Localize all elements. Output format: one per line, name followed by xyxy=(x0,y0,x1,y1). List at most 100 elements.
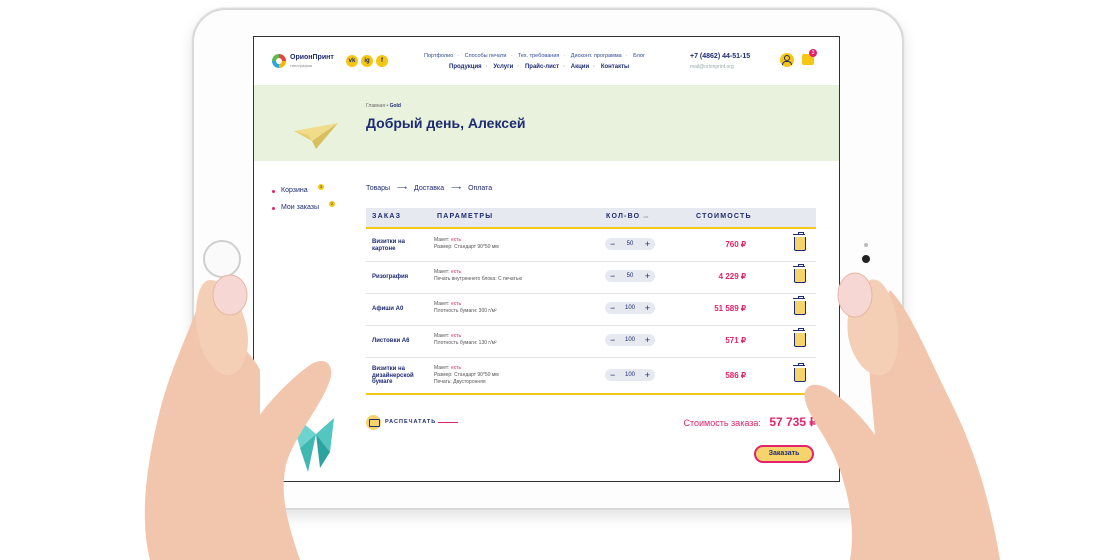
param-label: Макет: xyxy=(434,333,450,339)
param-value: есть xyxy=(450,333,462,339)
param-line: Печать: Двусторонняя xyxy=(434,379,486,385)
print-label: РАСПЕЧАТАТЬ xyxy=(385,419,437,425)
quantity-value[interactable]: 100 xyxy=(620,369,640,381)
table-row: Визитки на дизайнерской бумаге Макет: ес… xyxy=(366,357,816,393)
product-name[interactable]: Визитки на картоне xyxy=(372,239,424,252)
product-params: Макет: есть Печать внутреннего блока: С … xyxy=(434,269,522,283)
instagram-icon[interactable]: ig xyxy=(361,55,373,67)
nav-link-promotions[interactable]: Акции xyxy=(571,64,589,70)
quantity-value[interactable]: 50 xyxy=(620,238,640,250)
left-hand-image xyxy=(144,274,332,560)
page-title: Добрый день, Алексей xyxy=(366,115,526,131)
quantity-value[interactable]: 100 xyxy=(620,302,640,314)
quantity-stepper: − 50 + xyxy=(605,270,655,282)
product-params: Макет: есть Размер: Стандарт 90*50 мм xyxy=(434,237,499,251)
table-row: Ризография Макет: есть Печать внутреннег… xyxy=(366,261,816,294)
breadcrumb: Главная • Gold xyxy=(366,103,401,109)
table-row: Афиши А0 Макет: есть Плотность бумаги: 3… xyxy=(366,293,816,326)
nav-link-portfolio[interactable]: Портфолио xyxy=(424,53,453,59)
nav-link-contacts[interactable]: Контакты xyxy=(601,64,629,70)
column-header-qty: КОЛ-ВО шт xyxy=(606,213,649,220)
top-nav: Портфолио · Способы печати · Тех. требован… xyxy=(424,53,645,59)
right-hand-image xyxy=(804,272,1000,560)
product-name[interactable]: Ризография xyxy=(372,274,424,281)
param-line: Плотность бумаги: 300 г/м² xyxy=(434,308,497,314)
product-params: Макет: есть Плотность бумаги: 300 г/м² xyxy=(434,301,497,315)
sidebar-item-label: Корзина xyxy=(281,187,308,194)
param-label: Макет: xyxy=(434,301,450,307)
nav-link-discount[interactable]: Дисконт. программа xyxy=(571,53,622,59)
product-name[interactable]: Листовки А6 xyxy=(372,338,424,345)
quantity-value[interactable]: 50 xyxy=(620,270,640,282)
hero-banner: Главная • Gold Добрый день, Алексей xyxy=(254,85,839,161)
user-icon[interactable] xyxy=(780,53,794,67)
quantity-value[interactable]: 100 xyxy=(620,334,640,346)
param-line: Размер: Стандарт 90*50 мм xyxy=(434,244,499,250)
table-bottom-border xyxy=(366,393,816,395)
nav-link-price-list[interactable]: Прайс-лист xyxy=(525,64,559,70)
column-header-cost: СТОИМОСТЬ xyxy=(696,213,752,220)
email-address[interactable]: mail@orionprint.org xyxy=(690,64,734,70)
plus-button[interactable]: + xyxy=(645,238,650,250)
plus-button[interactable]: + xyxy=(645,302,650,314)
product-params: Макет: есть Размер: Стандарт 90*50 мм Пе… xyxy=(434,365,499,386)
quantity-stepper: − 50 + xyxy=(605,238,655,250)
qty-header-label: КОЛ-ВО xyxy=(606,213,641,220)
total-label: Стоимость заказа: xyxy=(683,418,761,428)
nav-link-services[interactable]: Услуги xyxy=(493,64,513,70)
cart-badge: 3 xyxy=(318,184,324,190)
param-value: есть xyxy=(450,269,462,275)
plus-button[interactable]: + xyxy=(645,270,650,282)
row-price: 571 ₽ xyxy=(725,336,746,345)
phone-number[interactable]: +7 (4862) 44-51-15 xyxy=(690,53,750,60)
breadcrumb-current: Gold xyxy=(389,103,401,109)
row-price: 4 229 ₽ xyxy=(718,272,746,281)
step-delivery[interactable]: Доставка xyxy=(414,185,444,192)
step-products[interactable]: Товары xyxy=(366,185,390,192)
nav-link-print-methods[interactable]: Способы печати xyxy=(465,53,507,59)
minus-button[interactable]: − xyxy=(610,302,615,314)
vk-icon[interactable]: vk xyxy=(346,55,358,67)
table-row: Листовки А6 Макет: есть Плотность бумаги… xyxy=(366,325,816,358)
product-name[interactable]: Визитки на дизайнерской бумаге xyxy=(372,366,424,386)
logo-icon[interactable] xyxy=(272,54,286,68)
nav-link-products[interactable]: Продукция xyxy=(449,64,482,70)
param-value: есть xyxy=(450,365,462,371)
sidebar-item-orders[interactable]: Мои заказы 2 xyxy=(272,201,335,221)
quantity-stepper: − 100 + xyxy=(605,334,655,346)
qty-unit-label: шт xyxy=(643,214,649,219)
minus-button[interactable]: − xyxy=(610,334,615,346)
breadcrumb-home[interactable]: Главная xyxy=(366,103,385,109)
sidebar-item-label: Мои заказы xyxy=(281,204,320,211)
print-underline xyxy=(438,422,458,423)
param-line: Плотность бумаги: 130 г/м² xyxy=(434,340,497,346)
site-header: ОрионПринт типография vk ig f Портфолио ·… xyxy=(254,37,839,85)
quantity-stepper: − 100 + xyxy=(605,302,655,314)
column-header-order: ЗАКАЗ xyxy=(372,213,402,220)
sidebar-item-cart[interactable]: Корзина 3 xyxy=(272,184,324,204)
arrow-right-icon: ⟶ xyxy=(451,185,462,192)
param-value: есть xyxy=(450,237,462,243)
logo-subtitle: типография xyxy=(290,63,313,68)
minus-button[interactable]: − xyxy=(610,270,615,282)
product-params: Макет: есть Плотность бумаги: 130 г/м² xyxy=(434,333,497,347)
minus-button[interactable]: − xyxy=(610,369,615,381)
row-price: 51 589 ₽ xyxy=(714,304,746,313)
checkout-steps: Товары ⟶ Доставка ⟶ Оплата xyxy=(366,184,492,192)
nav-link-tech-requirements[interactable]: Тех. требования xyxy=(518,53,560,59)
cart-count-badge: 3 xyxy=(809,49,817,57)
trash-icon[interactable] xyxy=(793,232,806,251)
main-nav: Продукция · Услуги · Прайс-лист · Акции · Ко… xyxy=(449,64,630,70)
minus-button[interactable]: − xyxy=(610,238,615,250)
tablet-sensor xyxy=(864,243,868,247)
column-header-params: ПАРАМЕТРЫ xyxy=(437,213,494,220)
facebook-icon[interactable]: f xyxy=(376,55,388,67)
plus-button[interactable]: + xyxy=(645,369,650,381)
logo-name[interactable]: ОрионПринт xyxy=(290,54,334,61)
step-payment[interactable]: Оплата xyxy=(468,185,492,192)
plus-button[interactable]: + xyxy=(645,334,650,346)
table-row: Визитки на картоне Макет: есть Размер: С… xyxy=(366,229,816,262)
nav-link-blog[interactable]: Блог xyxy=(633,53,645,59)
product-name[interactable]: Афиши А0 xyxy=(372,306,424,313)
paper-plane-icon xyxy=(294,123,338,149)
